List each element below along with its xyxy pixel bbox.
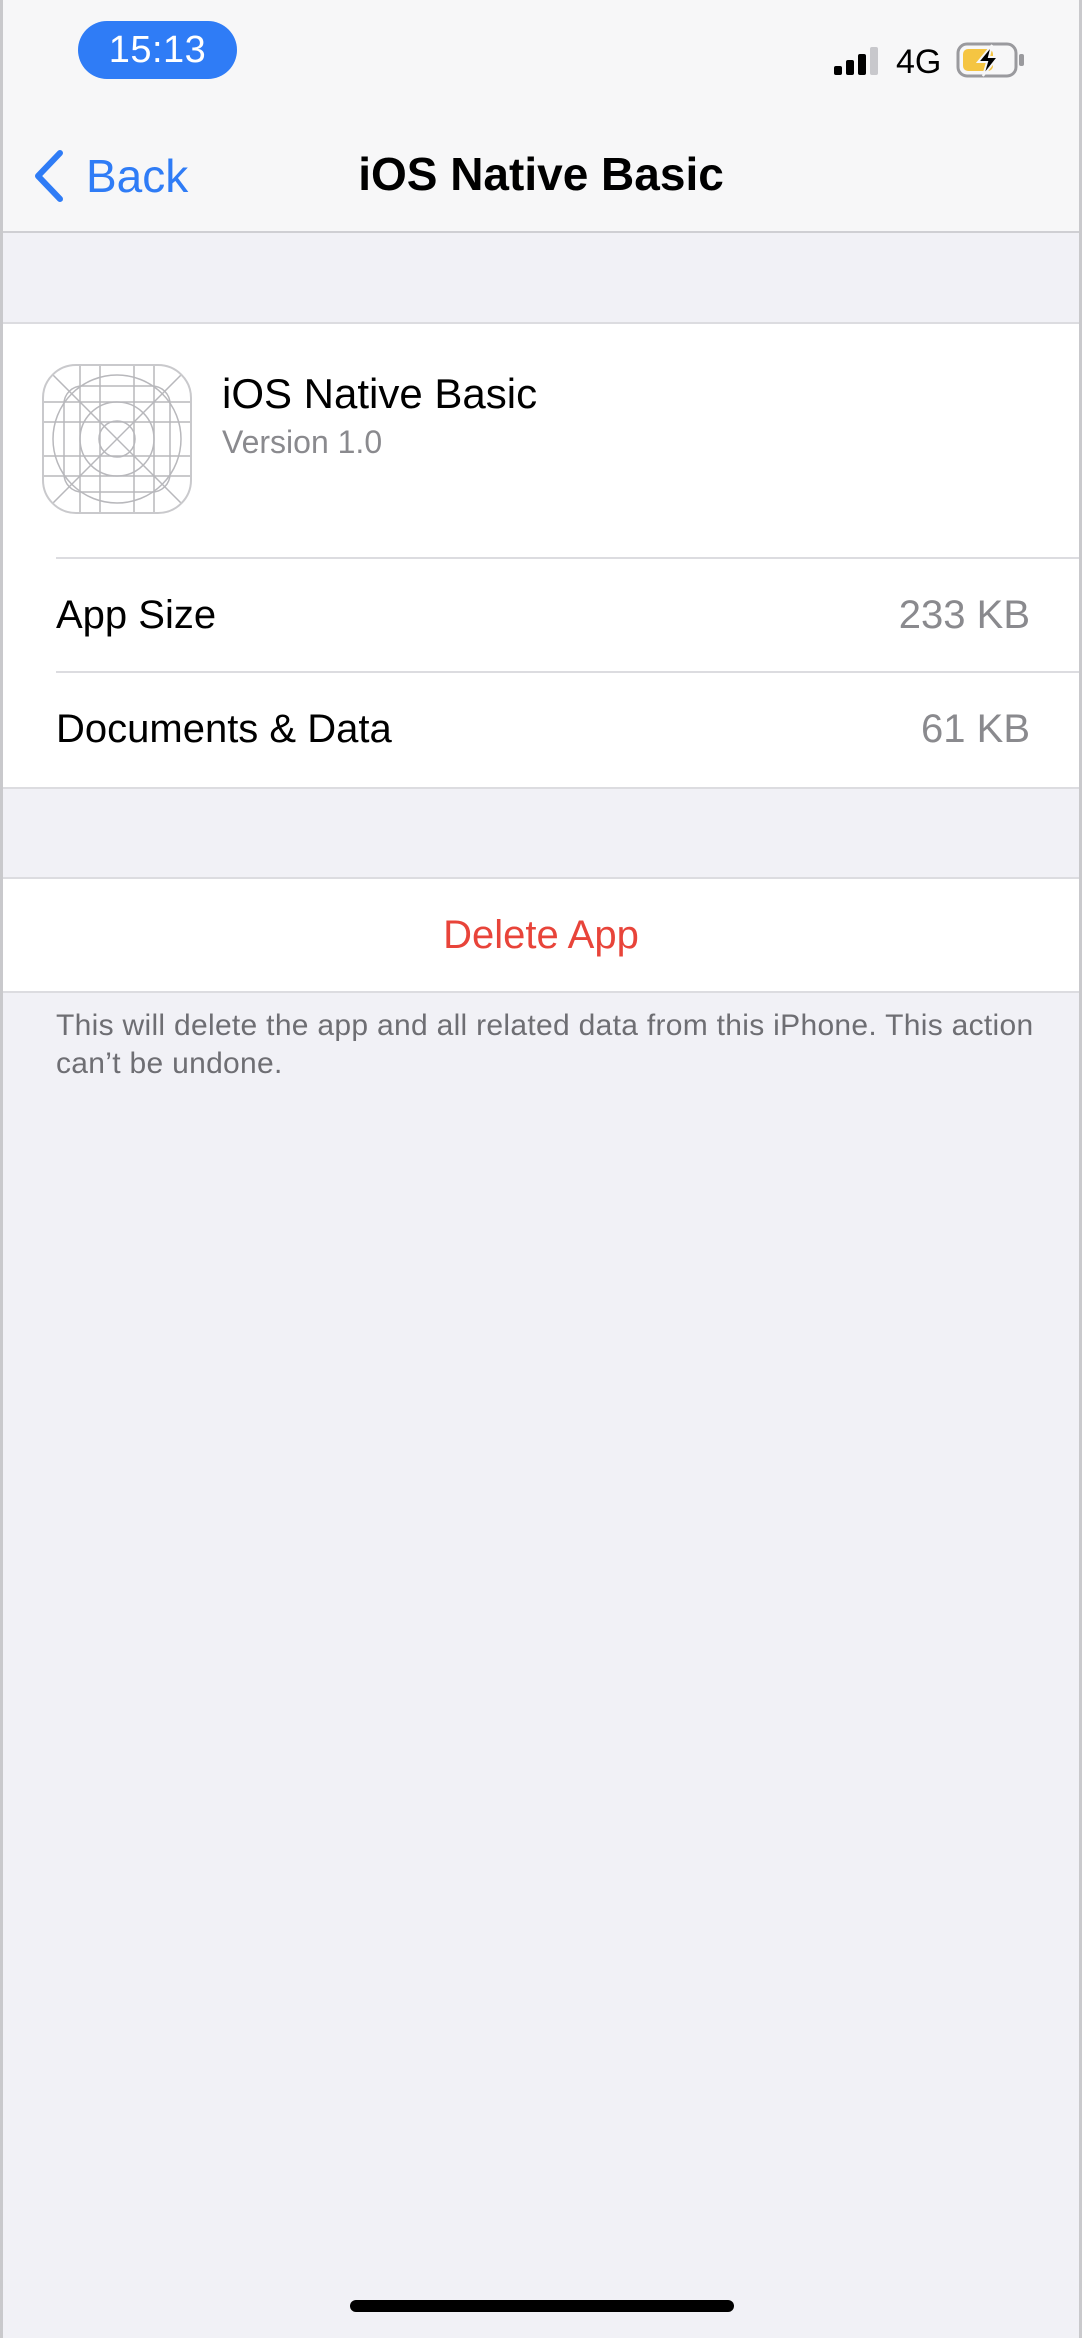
app-size-row: App Size 233 KB [0, 559, 1082, 671]
status-bar: 15:13 4G [0, 0, 1082, 120]
delete-warning-note: This will delete the app and all related… [56, 1009, 1034, 1080]
documents-data-row: Documents & Data 61 KB [0, 673, 1082, 785]
battery-charging-icon [956, 42, 1024, 78]
app-icon-grid [44, 366, 190, 512]
delete-group: Delete App [0, 877, 1082, 993]
page-title: iOS Native Basic [358, 148, 724, 200]
device-frame-left [0, 0, 3, 2338]
app-size-label: App Size [56, 593, 217, 637]
signal-bars-icon [834, 47, 878, 75]
home-indicator[interactable] [350, 2300, 734, 2312]
app-detail-screen: 15:13 4G Back iOS Native Basic iOS Nativ… [0, 0, 1082, 2338]
app-info-group: iOS Native Basic Version 1.0 App Size 23… [0, 322, 1082, 789]
app-name: iOS Native Basic [222, 370, 538, 417]
navigation-bar: Back iOS Native Basic [0, 120, 1082, 233]
network-type: 4G [896, 43, 942, 81]
delete-app-button[interactable]: Delete App [0, 879, 1082, 991]
documents-data-value: 61 KB [921, 707, 1030, 751]
app-header: iOS Native Basic Version 1.0 [0, 324, 1082, 557]
app-version: Version 1.0 [222, 424, 383, 460]
status-time[interactable]: 15:13 [78, 21, 237, 79]
app-size-value: 233 KB [898, 593, 1030, 637]
app-placeholder-icon [42, 364, 192, 514]
documents-data-label: Documents & Data [56, 707, 392, 751]
